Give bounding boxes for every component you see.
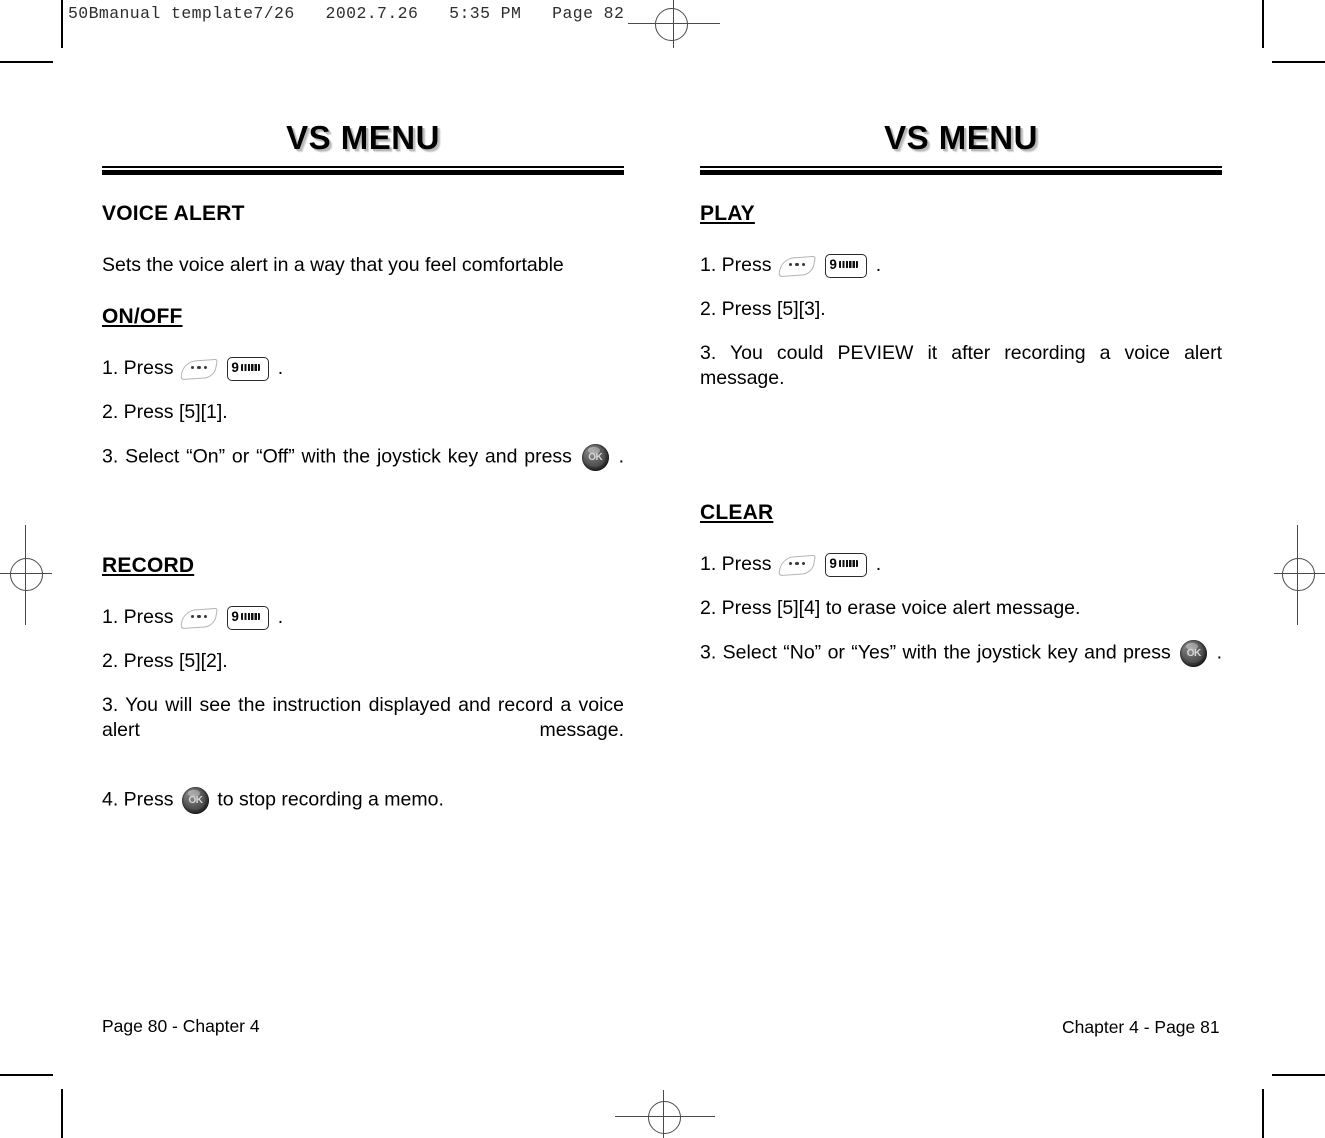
joystick-ok-icon: OK — [581, 444, 609, 471]
joystick-ok-icon: OK — [181, 787, 209, 814]
crop-mark-bottom-right-vertical — [1262, 1089, 1264, 1138]
clear-step-3: 3. Select “No” or “Yes” with the joystic… — [700, 640, 1222, 692]
heading-record: RECORD — [102, 554, 195, 577]
onoff-step-1-prefix: 1. Press — [102, 357, 174, 379]
registration-mark-bottom-center — [615, 1078, 715, 1138]
numkey-9-wxyz-icon: 9 — [227, 356, 270, 381]
numkey-9-wxyz-icon: 9 — [825, 253, 868, 278]
numkey-letters — [240, 613, 260, 621]
record-step-2: 2. Press [5][2]. — [102, 650, 228, 672]
record-step-1: 1. Press 9 . — [102, 605, 624, 630]
clear-step-1-suffix: . — [875, 553, 882, 575]
numkey-digit: 9 — [231, 608, 239, 624]
heading-voice-alert: VOICE ALERT — [102, 202, 245, 225]
clear-step-1-prefix: 1. Press — [700, 553, 772, 575]
clear-step-1: 1. Press 9 . — [700, 552, 1222, 577]
page-title-right: VS MENU — [884, 119, 1038, 156]
record-step-4-suffix: to stop recording a memo. — [217, 788, 444, 811]
crop-mark-top-right-horizontal — [1272, 61, 1325, 63]
onoff-step-3-suffix: . — [618, 445, 625, 468]
footer-left: Page 80 - Chapter 4 — [102, 1016, 260, 1036]
clear-step-3-prefix: 3. Select “No” or “Yes” with the joystic… — [700, 641, 1171, 664]
numkey-digit: 9 — [231, 359, 239, 375]
joystick-ok-icon: OK — [1180, 640, 1208, 667]
page-title-left: VS MENU — [286, 119, 440, 156]
banner-right: VS MENU — [700, 118, 1222, 164]
play-step-2: 2. Press [5][3]. — [700, 298, 826, 320]
numkey-letters — [838, 560, 858, 568]
play-step-1-suffix: . — [875, 254, 882, 276]
clear-step-3-suffix: . — [1216, 641, 1223, 664]
banner-rule-thin-left — [102, 166, 624, 168]
numkey-digit: 9 — [829, 256, 837, 272]
numkey-letters — [838, 261, 858, 269]
play-step-1: 1. Press 9 . — [700, 253, 1222, 278]
left-column: VS MENU VOICE ALERT Sets the voice alert… — [102, 118, 624, 814]
crop-mark-top-left-horizontal — [0, 61, 53, 63]
document-page: 50Bmanual template7/26 2002.7.26 5:35 PM… — [0, 0, 1325, 1138]
crop-mark-bottom-right-horizontal — [1272, 1074, 1325, 1076]
softkey-menu-icon — [777, 255, 816, 278]
softkey-menu-icon — [777, 554, 816, 577]
onoff-step-1-suffix: . — [277, 357, 284, 379]
heading-onoff: ON/OFF — [102, 305, 183, 328]
banner-left: VS MENU — [102, 118, 624, 164]
clear-step-2: 2. Press [5][4] to erase voice alert mes… — [700, 597, 1081, 619]
banner-rule-thin-right — [700, 166, 1222, 168]
voice-alert-intro: Sets the voice alert in a way that you f… — [102, 254, 564, 276]
onoff-step-3: 3. Select “On” or “Off” with the joystic… — [102, 444, 624, 496]
joystick-label: OK — [188, 795, 203, 806]
registration-mark-right-middle — [1270, 525, 1325, 625]
record-step-4: 4. Press OK to stop recording a memo. — [102, 787, 624, 814]
numkey-digit: 9 — [829, 555, 837, 571]
onoff-step-1: 1. Press 9 . — [102, 356, 624, 381]
numkey-9-wxyz-icon: 9 — [227, 605, 270, 630]
crop-mark-bottom-left-vertical — [61, 1089, 63, 1138]
right-column: VS MENU PLAY 1. Press 9 . 2. Press [5][3… — [700, 118, 1222, 692]
onoff-step-2: 2. Press [5][1]. — [102, 401, 228, 423]
numkey-letters — [240, 364, 260, 372]
registration-mark-top-center — [628, 0, 720, 62]
onoff-step-3-prefix: 3. Select “On” or “Off” with the joystic… — [102, 445, 572, 468]
record-step-1-prefix: 1. Press — [102, 606, 174, 628]
record-step-1-suffix: . — [277, 606, 284, 628]
record-step-3: 3. You will see the instruction displaye… — [102, 694, 624, 741]
crop-mark-top-left-vertical — [61, 0, 63, 48]
crop-mark-top-right-vertical — [1262, 0, 1264, 48]
numkey-9-wxyz-icon: 9 — [825, 552, 868, 577]
record-step-4-prefix: 4. Press — [102, 788, 174, 811]
heading-clear: CLEAR — [700, 501, 774, 524]
play-step-3: 3. You could PEVIEW it after recording a… — [700, 342, 1222, 389]
crop-mark-bottom-left-horizontal — [0, 1074, 53, 1076]
registration-mark-left-middle — [0, 525, 56, 625]
softkey-menu-icon — [179, 358, 218, 381]
scan-header-text: 50Bmanual template7/26 2002.7.26 5:35 PM… — [68, 4, 625, 23]
footer-right: Chapter 4 - Page 81 — [1062, 1017, 1220, 1037]
play-step-1-prefix: 1. Press — [700, 254, 772, 276]
joystick-label: OK — [588, 452, 603, 463]
joystick-label: OK — [1186, 648, 1202, 659]
softkey-menu-icon — [179, 607, 218, 630]
heading-play: PLAY — [700, 202, 755, 225]
